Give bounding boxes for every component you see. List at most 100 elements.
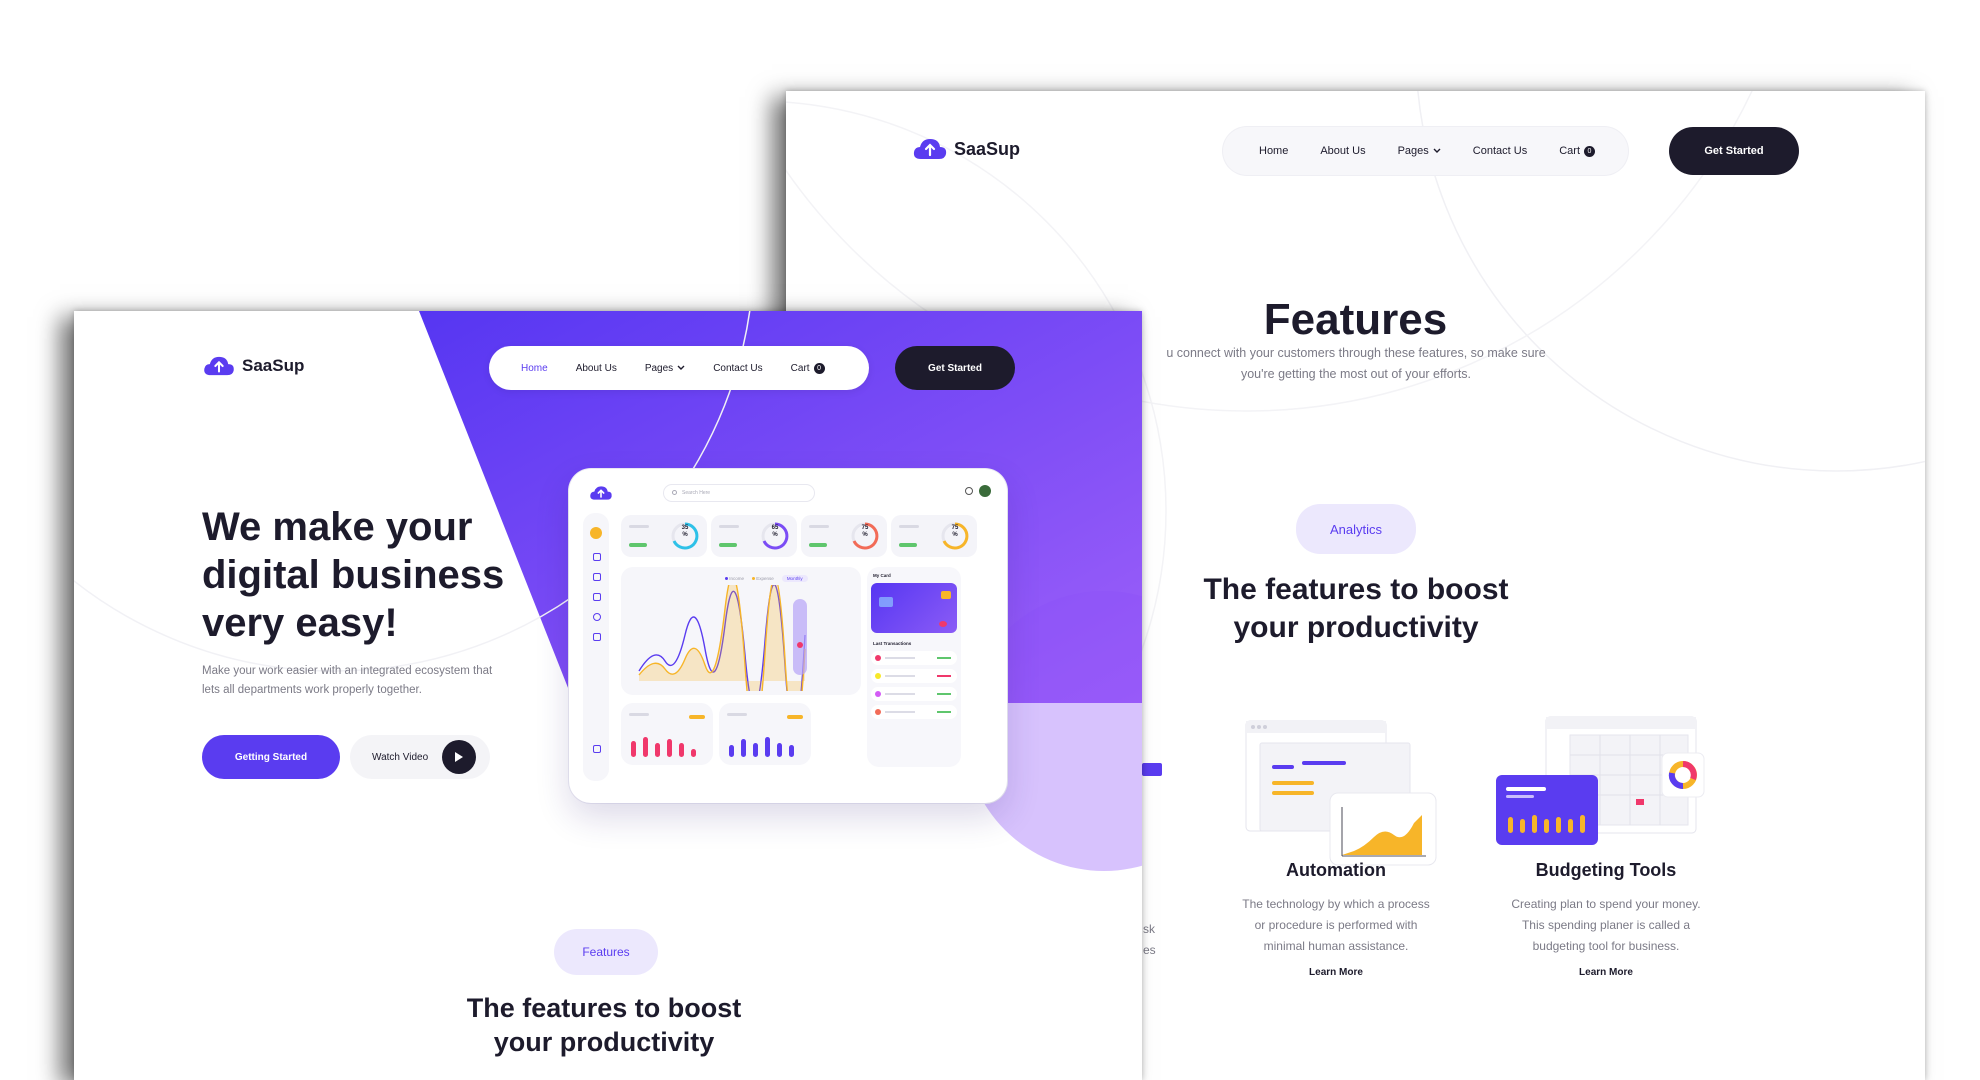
hero-subtitle: Make your work easier with an integrated… [202, 662, 492, 700]
nav-pages[interactable]: Pages [631, 363, 699, 374]
home-page-screenshot: SaaSup Home About Us Pages Contact Us Ca… [74, 311, 1142, 1080]
partial-illustration [1142, 763, 1162, 776]
pink-bar-chart [631, 737, 696, 757]
nav-pages-label: Pages [1397, 145, 1429, 157]
hero-sub-line-1: Make your work easier with an integrated… [202, 665, 493, 677]
section-heading: The features to boost your productivity [334, 991, 874, 1059]
budgeting-desc-line-1: Creating plan to spend your money. [1511, 897, 1701, 911]
sidebar-icon [593, 573, 601, 581]
my-card-panel: My Card Last Transactions [867, 567, 961, 767]
budgeting-desc-line-2: This spending planer is called a [1521, 918, 1691, 932]
nav-contact-us[interactable]: Contact Us [699, 363, 776, 374]
nav-pages[interactable]: Pages [1382, 145, 1457, 157]
legend-expense: Expense [752, 576, 774, 581]
nav-cart-label: Cart [1559, 145, 1580, 157]
last-transactions-label: Last Transactions [873, 641, 912, 646]
budgeting-illustration [1496, 716, 1705, 845]
heading-line-1: The features to boost [1203, 573, 1509, 606]
cloud-upload-icon [204, 356, 234, 376]
dashboard-sidebar [583, 513, 609, 781]
automation-illustration [1245, 720, 1437, 866]
main-nav: Home About Us Pages Contact Us Cart 0 [1223, 127, 1628, 175]
brand-logo[interactable]: SaaSup [202, 355, 304, 377]
stat-unit: % [952, 532, 958, 538]
hero-line-2: digital business [202, 553, 505, 597]
budgeting-desc-line-3: budgeting tool for business. [1532, 939, 1680, 953]
sidebar-icon [593, 613, 601, 621]
brand-logo[interactable]: SaaSup [912, 137, 1020, 161]
brand-name: SaaSup [954, 138, 1021, 159]
chevron-down-icon [677, 365, 685, 370]
nav-home[interactable]: Home [1243, 145, 1304, 157]
transaction-row [871, 651, 957, 665]
cart-count-badge: 0 [813, 362, 825, 374]
avatar [979, 485, 991, 497]
purple-bar-chart [729, 737, 794, 757]
legend-income-label: Income [729, 576, 745, 581]
stat-unit: % [772, 532, 778, 538]
watch-video-button[interactable]: Watch Video [350, 735, 490, 779]
legend-expense-label: Expense [756, 576, 774, 581]
heading-line-2: your productivity [1233, 611, 1479, 644]
legend-income: Income [725, 576, 744, 581]
stat-card: 75% [801, 515, 887, 557]
heading-line-1: The features to boost [466, 993, 742, 1023]
sidebar-logout-icon [593, 745, 601, 753]
stat-card: 75% [891, 515, 977, 557]
stat-card: 35% [621, 515, 707, 557]
nav-contact-us[interactable]: Contact Us [1457, 145, 1543, 157]
chevron-down-icon [1433, 148, 1441, 153]
sidebar-icon [593, 553, 601, 561]
notification-icon [965, 487, 973, 495]
my-card-label: My Card [873, 573, 891, 578]
transaction-row [871, 669, 957, 683]
stat-card: 65% [711, 515, 797, 557]
dashboard-search[interactable]: Search Here [664, 485, 814, 501]
nav-about-us[interactable]: About Us [562, 363, 631, 374]
stat-value: 75 [951, 525, 959, 531]
get-started-button[interactable]: Get Started [895, 346, 1015, 390]
sidebar-icon [593, 593, 601, 601]
hero-title: We make your digital business very easy! [202, 503, 504, 647]
sidebar-icon [593, 633, 601, 641]
nav-cart-label: Cart [790, 362, 810, 374]
partial-text-2: es [1143, 943, 1156, 957]
stat-value: 75 [861, 525, 869, 531]
budgeting-learn-more-link[interactable]: Learn More [1436, 967, 1776, 978]
nav-home[interactable]: Home [507, 363, 562, 374]
partial-feature-text: sk es [1143, 919, 1156, 961]
stat-value: 35 [681, 525, 689, 531]
hero-sub-line-2: lets all departments work properly toget… [202, 684, 422, 696]
period-select[interactable]: Monthly [781, 575, 808, 582]
search-icon [672, 490, 677, 495]
cloud-upload-icon [913, 139, 947, 159]
stat-unit: % [682, 532, 688, 538]
section-heading: The features to boost your productivity [1086, 571, 1626, 647]
nav-about-us[interactable]: About Us [1304, 145, 1381, 157]
hero-line-1: We make your [202, 505, 473, 549]
dashboard-logo-icon [590, 486, 612, 500]
income-line-chart [638, 585, 807, 691]
sidebar-active-icon [590, 527, 602, 539]
dashboard-preview: Search Here 35% 65% 75 % 75 % Income Exp… [569, 469, 1007, 803]
feature-budgeting-desc: Creating plan to spend your money. This … [1436, 894, 1776, 957]
nav-pages-label: Pages [644, 362, 674, 374]
nav-cart[interactable]: Cart 0 [777, 362, 839, 374]
purple-bars-panel [719, 703, 811, 765]
nav-cart[interactable]: Cart 0 [1543, 145, 1611, 157]
dashboard-search-placeholder: Search Here [682, 490, 711, 496]
transaction-row [871, 687, 957, 701]
heading-line-2: your productivity [493, 1027, 715, 1057]
transaction-row [871, 705, 957, 719]
watch-video-label: Watch Video [372, 751, 429, 763]
features-badge: Features [554, 929, 658, 975]
main-nav: Home About Us Pages Contact Us Cart 0 [489, 346, 869, 390]
hero-line-3: very easy! [202, 601, 398, 645]
partial-text-1: sk [1143, 922, 1155, 936]
credit-card [871, 583, 957, 633]
get-started-button[interactable]: Get Started [1669, 127, 1799, 175]
play-icon [442, 740, 477, 774]
brand-name: SaaSup [242, 356, 305, 375]
analytics-badge: Analytics [1296, 504, 1416, 554]
getting-started-button[interactable]: Getting Started [202, 735, 340, 779]
